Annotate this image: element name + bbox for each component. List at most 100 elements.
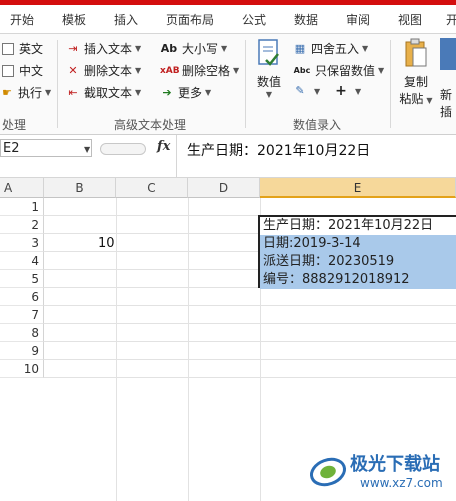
edit-icon: ✎ <box>295 84 305 97</box>
hand-icon: ☛ <box>2 85 12 99</box>
keep-numbers-button[interactable]: Abc 只保留数值 ▼ <box>293 62 385 79</box>
row-header-5[interactable]: 5 <box>0 270 44 288</box>
column-header-d[interactable]: D <box>188 178 260 198</box>
formula-bar-slider[interactable] <box>100 143 146 155</box>
column-header-b[interactable]: B <box>44 178 116 198</box>
extract-text-button[interactable]: ⇤ 截取文本 ▼ <box>66 84 141 101</box>
arrow-right-icon: ➔ <box>162 85 172 99</box>
tab-home[interactable]: 开始 <box>10 11 34 28</box>
round-label: 四舍五入 <box>311 42 360 56</box>
insert-label: 新插 <box>440 88 453 119</box>
row-header-3[interactable]: 3 <box>0 234 44 252</box>
function-icon[interactable]: fx <box>157 139 170 154</box>
watermark-logo-icon <box>310 457 346 487</box>
row-header-4[interactable]: 4 <box>0 252 44 270</box>
tab-insert[interactable]: 插入 <box>114 11 138 28</box>
tab-data[interactable]: 数据 <box>294 11 318 28</box>
name-box[interactable]: E2 <box>0 139 92 157</box>
grid-line <box>44 323 456 324</box>
cell-b3[interactable]: 10 <box>98 236 115 251</box>
chevron-down-icon: ▼ <box>45 88 52 97</box>
group-label-process: 处理 <box>2 118 27 132</box>
column-header-a[interactable]: A <box>0 178 44 198</box>
round-button[interactable]: ▦ 四舍五入 ▼ <box>293 40 368 57</box>
paste-label: 粘贴 <box>399 92 424 106</box>
row-header-6[interactable]: 6 <box>0 288 44 306</box>
cell-e4[interactable]: 派送日期：20230519 <box>260 253 456 271</box>
insert-text-label: 插入文本 <box>84 42 133 56</box>
tab-more[interactable]: 开 <box>446 11 456 28</box>
tab-page-layout[interactable]: 页面布局 <box>166 11 214 28</box>
more-button[interactable]: ➔ 更多 ▼ <box>160 84 211 101</box>
execute-button[interactable]: ☛ 执行 ▼ <box>0 84 51 101</box>
checkbox-icon <box>2 64 14 77</box>
round-icon: ▦ <box>294 41 306 55</box>
delete-text-label: 删除文本 <box>84 64 133 78</box>
add-button[interactable]: + ▼ <box>334 84 361 98</box>
chinese-button[interactable]: 中文 <box>2 62 43 79</box>
plus-icon: + <box>335 83 347 99</box>
chevron-down-icon: ▼ <box>233 66 240 75</box>
row-header-8[interactable]: 8 <box>0 324 44 342</box>
divider <box>57 40 58 128</box>
formula-bar: E2 ▼ fx 生产日期：2021年10月22日 <box>0 135 456 178</box>
chevron-down-icon: ▼ <box>135 66 142 75</box>
remove-spaces-icon: xAB <box>160 65 180 76</box>
watermark-url: www.xz7.com <box>360 476 443 490</box>
copy-paste-button[interactable]: 复制 粘贴 ▼ <box>396 38 436 107</box>
row-header-10[interactable]: 10 <box>0 360 44 378</box>
chevron-down-icon: ▼ <box>355 86 362 96</box>
grid-line <box>44 341 456 342</box>
formula-content: 生产日期：2021年10月22日 <box>187 143 371 159</box>
chinese-label: 中文 <box>19 64 44 78</box>
chevron-down-icon[interactable]: ▼ <box>84 145 90 154</box>
insert-text-icon: ⇥ <box>68 41 78 55</box>
case-label: 大小写 <box>182 42 219 56</box>
ribbon: 英文 中文 ☛ 执行 ▼ 处理 ⇥ 插入文本 ▼ ✕ 删除文本 ▼ ⇤ 截取文本… <box>0 34 456 135</box>
grid-line <box>116 198 117 501</box>
ribbon-tabs: 开始 模板 插入 页面布局 公式 数据 审阅 视图 开 <box>0 5 456 34</box>
english-button[interactable]: 英文 <box>2 40 43 57</box>
edit-button[interactable]: ✎ ▼ <box>293 84 320 98</box>
cell-e5[interactable]: 编号：8882912018912 <box>260 271 456 289</box>
tab-view[interactable]: 视图 <box>398 11 422 28</box>
column-header-e[interactable]: E <box>260 178 456 198</box>
remove-spaces-label: 删除空格 <box>182 64 231 78</box>
case-icon: Ab <box>160 41 178 55</box>
delete-text-button[interactable]: ✕ 删除文本 ▼ <box>66 62 141 79</box>
cell-e2[interactable]: 生产日期：2021年10月22日 <box>260 217 456 235</box>
watermark: 极光下载站 www.xz7.com <box>308 448 456 498</box>
chevron-down-icon: ▼ <box>135 44 142 53</box>
cell-selection-e2-e5[interactable]: 生产日期：2021年10月22日 日期:2019-3-14 派送日期：20230… <box>258 215 456 289</box>
chevron-down-icon: ▼ <box>314 86 321 96</box>
extract-text-label: 截取文本 <box>84 86 133 100</box>
divider <box>390 40 391 128</box>
number-label: 数值 <box>256 75 281 89</box>
chevron-down-icon: ▼ <box>426 96 433 105</box>
row-header-7[interactable]: 7 <box>0 306 44 324</box>
formula-input[interactable]: 生产日期：2021年10月22日 <box>176 135 456 177</box>
new-insert-button[interactable]: 新插 <box>440 38 456 120</box>
cell-e3[interactable]: 日期:2019-3-14 <box>260 235 456 253</box>
chevron-down-icon: ▼ <box>362 44 369 53</box>
column-header-c[interactable]: C <box>116 178 188 198</box>
row-header-2[interactable]: 2 <box>0 216 44 234</box>
row-header-1[interactable]: 1 <box>0 198 44 216</box>
number-button[interactable]: 数值 ▼ <box>252 38 286 99</box>
case-button[interactable]: Ab 大小写 ▼ <box>160 40 227 57</box>
divider <box>245 40 246 128</box>
tab-formulas[interactable]: 公式 <box>242 11 266 28</box>
remove-spaces-button[interactable]: xAB 删除空格 ▼ <box>160 62 239 79</box>
grid-line <box>44 377 456 378</box>
tab-template[interactable]: 模板 <box>62 11 86 28</box>
chevron-down-icon: ▼ <box>221 44 228 53</box>
tab-review[interactable]: 审阅 <box>346 11 370 28</box>
insert-text-button[interactable]: ⇥ 插入文本 ▼ <box>66 40 141 57</box>
chevron-down-icon: ▼ <box>378 66 385 75</box>
group-label-number-entry: 数值录入 <box>293 118 342 132</box>
abc-icon: Abc <box>293 65 311 75</box>
row-header-9[interactable]: 9 <box>0 342 44 360</box>
english-label: 英文 <box>19 42 44 56</box>
grid-line <box>44 305 456 306</box>
